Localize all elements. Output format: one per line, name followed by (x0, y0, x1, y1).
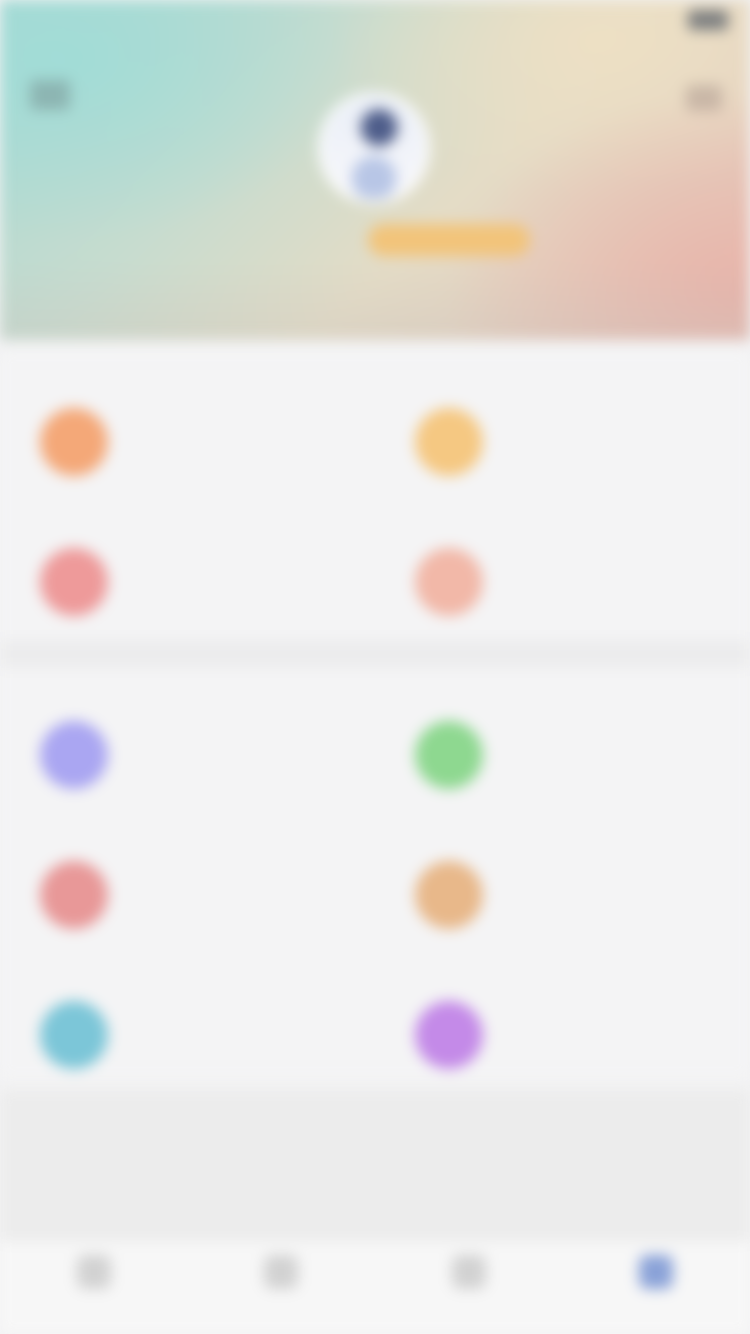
tab-bar (0, 1240, 750, 1334)
app-screen (0, 0, 750, 1334)
tab-discover[interactable] (188, 1241, 376, 1334)
user-name (212, 222, 352, 256)
tab-profile[interactable] (563, 1241, 750, 1334)
scan-icon[interactable] (30, 80, 70, 110)
service-tile[interactable] (375, 500, 750, 640)
home-icon (76, 1255, 111, 1289)
peach-circle-icon (415, 548, 483, 616)
service-tile[interactable] (0, 500, 375, 640)
service-grid (0, 350, 750, 640)
settings-icon[interactable] (686, 85, 722, 111)
service-section-secondary (0, 668, 750, 1078)
cyan-circle-icon (40, 1001, 108, 1069)
service-grid (0, 668, 750, 1093)
blurred-content (0, 0, 750, 1334)
vip-badge[interactable] (368, 224, 530, 256)
status-right (678, 10, 728, 30)
user-subtitle (270, 266, 440, 296)
battery-icon (688, 10, 728, 30)
profile-icon (639, 1255, 674, 1289)
red-circle-icon (40, 548, 108, 616)
orange-circle-icon (40, 408, 108, 476)
section-divider (0, 640, 750, 668)
green-circle-icon (415, 721, 483, 789)
service-tile[interactable] (375, 813, 750, 953)
discover-icon (264, 1255, 299, 1289)
avatar[interactable] (318, 92, 430, 204)
service-tile[interactable] (375, 673, 750, 813)
purple-circle-icon (40, 721, 108, 789)
service-tile[interactable] (0, 953, 375, 1093)
violet-circle-icon (415, 1001, 483, 1069)
red-circle-icon (40, 861, 108, 929)
message-icon (451, 1255, 486, 1289)
tan-circle-icon (415, 861, 483, 929)
service-tile[interactable] (0, 360, 375, 500)
service-tile[interactable] (0, 673, 375, 813)
service-tile[interactable] (0, 813, 375, 953)
service-tile[interactable] (375, 360, 750, 500)
tab-home[interactable] (0, 1241, 188, 1334)
tab-message[interactable] (375, 1241, 563, 1334)
status-bar (0, 0, 750, 40)
service-section-primary (0, 350, 750, 640)
empty-area (0, 1090, 750, 1240)
service-tile[interactable] (375, 953, 750, 1093)
yellow-circle-icon (415, 408, 483, 476)
profile-header (0, 0, 750, 340)
